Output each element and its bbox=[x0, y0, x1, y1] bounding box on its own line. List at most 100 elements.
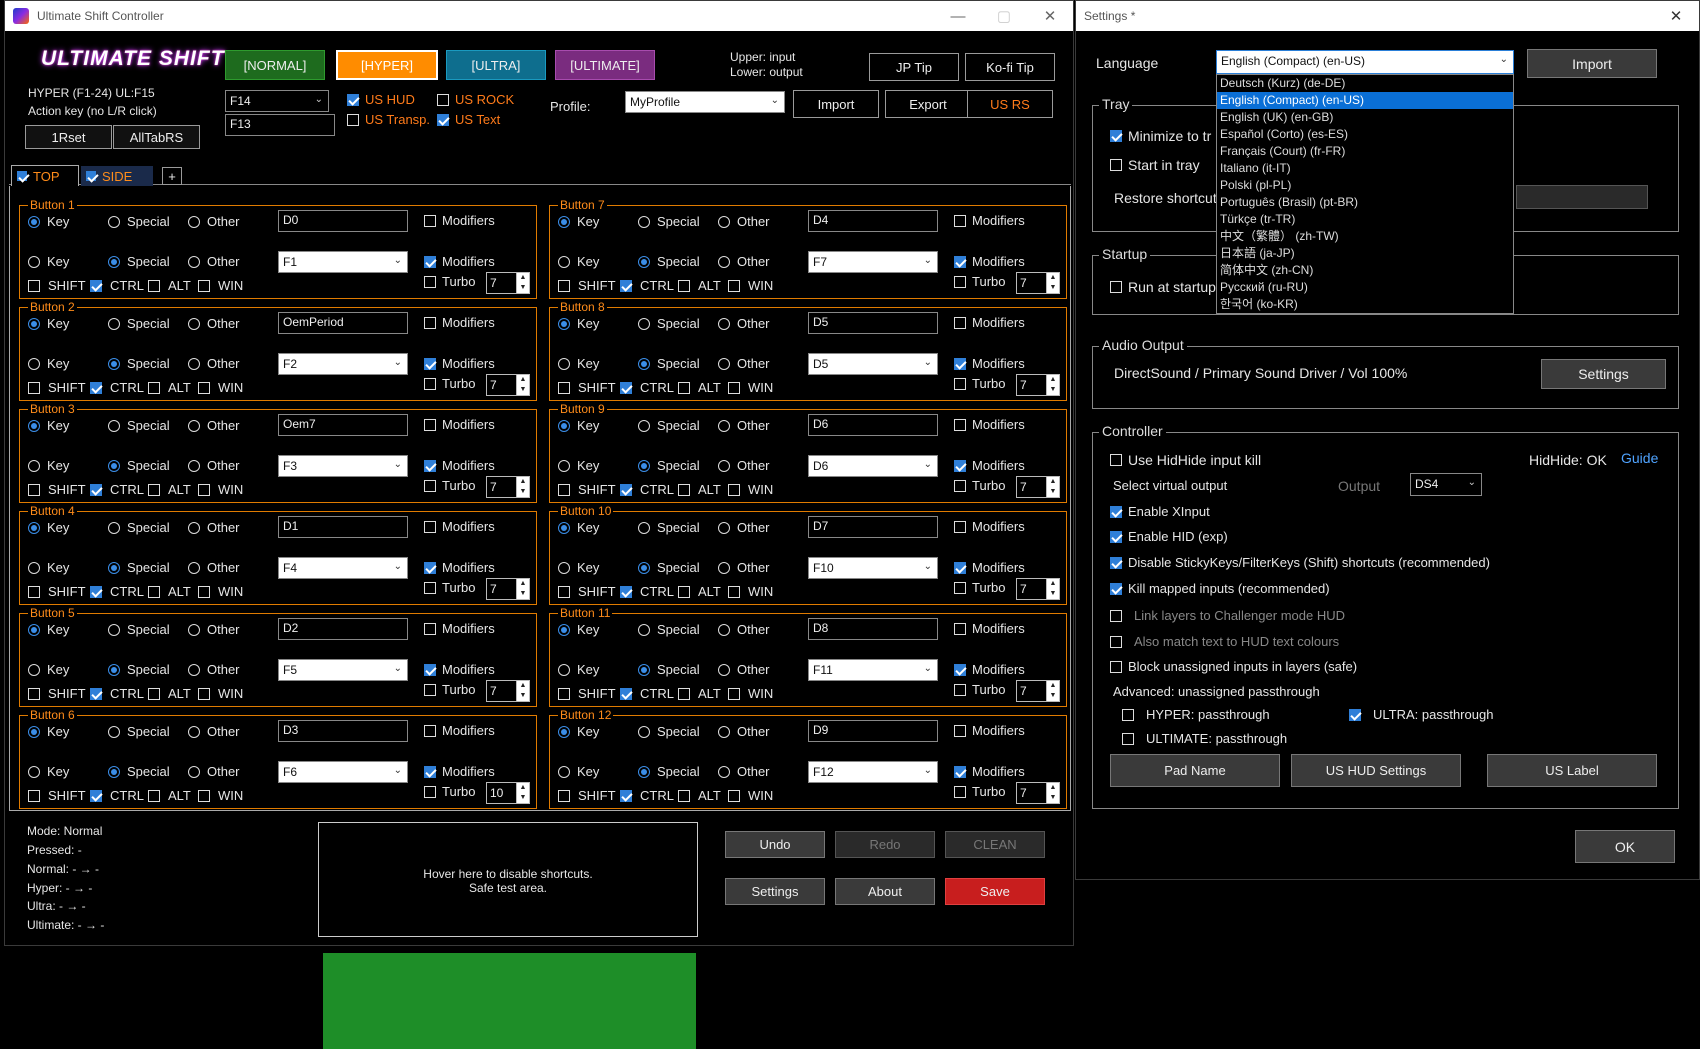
ctrl-checkbox[interactable]: CTRL bbox=[620, 584, 674, 599]
jp-tip-button[interactable]: JP Tip bbox=[869, 53, 959, 81]
language-option[interactable]: 日本語 (ja-JP) bbox=[1217, 245, 1513, 262]
output-key-radio[interactable]: Key bbox=[558, 560, 599, 575]
turbo-spinner[interactable]: 7 ▲ ▼ bbox=[1016, 476, 1060, 498]
import-profile-button[interactable]: Import bbox=[793, 90, 879, 118]
output-modifiers-checkbox[interactable]: Modifiers bbox=[954, 458, 1025, 473]
ctrl-checkbox[interactable]: CTRL bbox=[90, 686, 144, 701]
input-modifiers-checkbox[interactable]: Modifiers bbox=[954, 417, 1025, 432]
input-modifiers-checkbox[interactable]: Modifiers bbox=[424, 315, 495, 330]
output-other-radio[interactable]: Other bbox=[188, 662, 240, 677]
spin-up-icon[interactable]: ▲ bbox=[1047, 375, 1059, 385]
spin-up-icon[interactable]: ▲ bbox=[1047, 783, 1059, 793]
input-special-radio[interactable]: Special bbox=[108, 418, 170, 433]
spin-down-icon[interactable]: ▼ bbox=[1047, 283, 1059, 293]
settings-button[interactable]: Settings bbox=[725, 878, 825, 905]
win-checkbox[interactable]: WIN bbox=[198, 380, 243, 395]
output-other-radio[interactable]: Other bbox=[718, 458, 770, 473]
input-key-field[interactable]: OemPeriod bbox=[278, 312, 408, 334]
turbo-spinner[interactable]: 7 ▲ ▼ bbox=[486, 680, 530, 702]
output-key-select[interactable]: F1 ⌄ bbox=[278, 251, 408, 273]
input-key-radio[interactable]: Key bbox=[28, 316, 69, 331]
input-key-field[interactable]: D5 bbox=[808, 312, 938, 334]
output-other-radio[interactable]: Other bbox=[188, 458, 240, 473]
output-key-radio[interactable]: Key bbox=[28, 356, 69, 371]
spin-up-icon[interactable]: ▲ bbox=[1047, 273, 1059, 283]
input-special-radio[interactable]: Special bbox=[638, 214, 700, 229]
turbo-spinner[interactable]: 7 ▲ ▼ bbox=[486, 374, 530, 396]
spin-up-icon[interactable]: ▲ bbox=[1047, 579, 1059, 589]
input-other-radio[interactable]: Other bbox=[718, 520, 770, 535]
turbo-checkbox[interactable]: Turbo bbox=[954, 274, 1005, 289]
turbo-checkbox[interactable]: Turbo bbox=[424, 274, 475, 289]
alt-checkbox[interactable]: ALT bbox=[148, 278, 191, 293]
output-key-radio[interactable]: Key bbox=[558, 356, 599, 371]
clean-button[interactable]: CLEAN bbox=[945, 831, 1045, 858]
key-input[interactable]: F13 bbox=[225, 114, 335, 136]
spin-up-icon[interactable]: ▲ bbox=[1047, 477, 1059, 487]
restore-shortcut-input[interactable] bbox=[1516, 185, 1648, 209]
output-modifiers-checkbox[interactable]: Modifiers bbox=[424, 254, 495, 269]
spin-down-icon[interactable]: ▼ bbox=[517, 385, 529, 395]
output-key-select[interactable]: F5 ⌄ bbox=[278, 659, 408, 681]
spin-up-icon[interactable]: ▲ bbox=[517, 477, 529, 487]
turbo-checkbox[interactable]: Turbo bbox=[424, 682, 475, 697]
output-special-radio[interactable]: Special bbox=[638, 560, 700, 575]
output-key-select[interactable]: F11 ⌄ bbox=[808, 659, 938, 681]
input-key-field[interactable]: D8 bbox=[808, 618, 938, 640]
input-other-radio[interactable]: Other bbox=[718, 316, 770, 331]
link-layers-checkbox[interactable]: Link layers to Challenger mode HUD bbox=[1110, 608, 1345, 623]
spin-down-icon[interactable]: ▼ bbox=[1047, 691, 1059, 701]
output-key-select[interactable]: F10 ⌄ bbox=[808, 557, 938, 579]
output-special-radio[interactable]: Special bbox=[108, 458, 170, 473]
shift-checkbox[interactable]: SHIFT bbox=[28, 278, 86, 293]
minimize-tray-checkbox[interactable]: Minimize to tr bbox=[1110, 128, 1211, 144]
ultimate-passthrough-checkbox[interactable]: ULTIMATE: passthrough bbox=[1122, 731, 1287, 746]
output-modifiers-checkbox[interactable]: Modifiers bbox=[424, 560, 495, 575]
alt-checkbox[interactable]: ALT bbox=[678, 584, 721, 599]
input-modifiers-checkbox[interactable]: Modifiers bbox=[954, 621, 1025, 636]
output-special-radio[interactable]: Special bbox=[108, 662, 170, 677]
output-key-radio[interactable]: Key bbox=[28, 458, 69, 473]
mode-normal-button[interactable]: [NORMAL] bbox=[225, 50, 325, 80]
input-key-radio[interactable]: Key bbox=[558, 418, 599, 433]
turbo-spinner[interactable]: 7 ▲ ▼ bbox=[1016, 680, 1060, 702]
win-checkbox[interactable]: WIN bbox=[728, 278, 773, 293]
turbo-spinner[interactable]: 7 ▲ ▼ bbox=[486, 578, 530, 600]
input-key-radio[interactable]: Key bbox=[558, 520, 599, 535]
output-special-radio[interactable]: Special bbox=[108, 356, 170, 371]
ctrl-checkbox[interactable]: CTRL bbox=[620, 788, 674, 803]
input-special-radio[interactable]: Special bbox=[108, 316, 170, 331]
input-key-field[interactable]: D6 bbox=[808, 414, 938, 436]
output-special-radio[interactable]: Special bbox=[638, 356, 700, 371]
output-special-radio[interactable]: Special bbox=[638, 662, 700, 677]
input-other-radio[interactable]: Other bbox=[718, 418, 770, 433]
win-checkbox[interactable]: WIN bbox=[728, 788, 773, 803]
language-option[interactable]: Türkçe (tr-TR) bbox=[1217, 211, 1513, 228]
input-other-radio[interactable]: Other bbox=[188, 214, 240, 229]
language-option[interactable]: Français (Court) (fr-FR) bbox=[1217, 143, 1513, 160]
language-option[interactable]: Español (Corto) (es-ES) bbox=[1217, 126, 1513, 143]
shift-checkbox[interactable]: SHIFT bbox=[558, 380, 616, 395]
output-key-select[interactable]: F4 ⌄ bbox=[278, 557, 408, 579]
input-special-radio[interactable]: Special bbox=[108, 622, 170, 637]
alt-checkbox[interactable]: ALT bbox=[678, 278, 721, 293]
audio-settings-button[interactable]: Settings bbox=[1541, 359, 1666, 389]
output-modifiers-checkbox[interactable]: Modifiers bbox=[424, 662, 495, 677]
language-select[interactable]: English (Compact) (en-US) ⌄ bbox=[1216, 50, 1514, 74]
win-checkbox[interactable]: WIN bbox=[728, 686, 773, 701]
output-key-radio[interactable]: Key bbox=[558, 764, 599, 779]
spin-up-icon[interactable]: ▲ bbox=[517, 783, 529, 793]
add-tab-button[interactable]: + bbox=[162, 167, 182, 185]
language-option[interactable]: 简体中文 (zh-CN) bbox=[1217, 262, 1513, 279]
spin-up-icon[interactable]: ▲ bbox=[517, 681, 529, 691]
output-modifiers-checkbox[interactable]: Modifiers bbox=[424, 356, 495, 371]
turbo-spinner[interactable]: 7 ▲ ▼ bbox=[1016, 374, 1060, 396]
input-key-radio[interactable]: Key bbox=[558, 724, 599, 739]
output-other-radio[interactable]: Other bbox=[188, 254, 240, 269]
spin-up-icon[interactable]: ▲ bbox=[517, 273, 529, 283]
sticky-checkbox[interactable]: Disable StickyKeys/FilterKeys (Shift) sh… bbox=[1110, 555, 1490, 570]
turbo-spinner[interactable]: 7 ▲ ▼ bbox=[1016, 782, 1060, 804]
input-other-radio[interactable]: Other bbox=[188, 316, 240, 331]
turbo-checkbox[interactable]: Turbo bbox=[424, 376, 475, 391]
turbo-checkbox[interactable]: Turbo bbox=[424, 784, 475, 799]
